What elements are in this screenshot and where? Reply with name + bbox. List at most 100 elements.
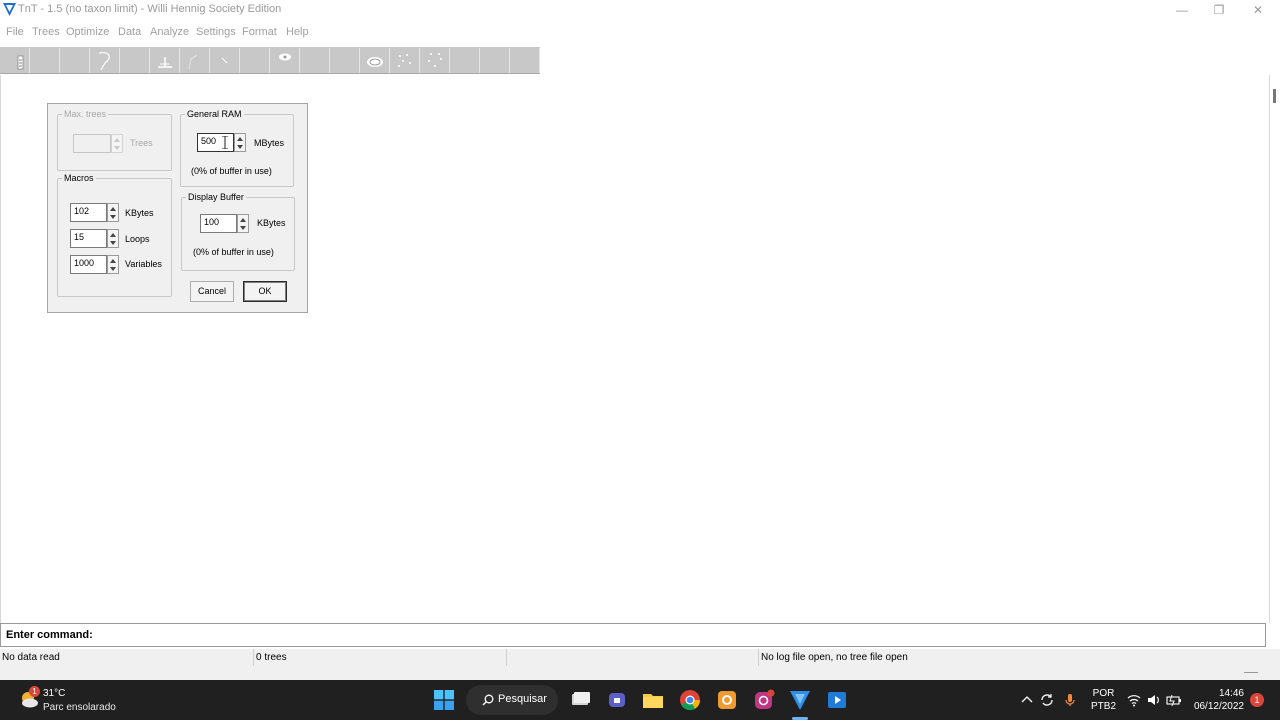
instagram-icon[interactable] bbox=[752, 688, 776, 712]
macros-variables-input[interactable]: 1000 bbox=[70, 255, 107, 274]
eye-icon bbox=[279, 53, 291, 61]
toolbar-button-11[interactable] bbox=[300, 48, 330, 73]
chrome-canary-icon[interactable] bbox=[715, 688, 739, 712]
toolbar-button-18[interactable] bbox=[510, 48, 540, 73]
cancel-button[interactable]: Cancel bbox=[190, 281, 234, 302]
toolbar-button-17[interactable] bbox=[480, 48, 510, 73]
macros-variables-spin-arrows[interactable] bbox=[107, 255, 119, 274]
folder-icon[interactable] bbox=[641, 688, 665, 712]
toolbar-button-16[interactable] bbox=[450, 48, 480, 73]
weather-badge: 1 bbox=[29, 686, 40, 697]
general-ram-spin-arrows[interactable] bbox=[234, 133, 246, 152]
vertical-scrollbar[interactable] bbox=[1270, 75, 1280, 623]
restore-button[interactable]: ❐ bbox=[1199, 0, 1239, 20]
macros-variables-spinner[interactable]: 1000 bbox=[70, 255, 121, 274]
menu-help[interactable]: Help bbox=[286, 26, 309, 38]
command-input[interactable] bbox=[101, 626, 1261, 644]
chevron-up-icon[interactable] bbox=[1019, 692, 1035, 708]
menu-bar: File Trees Optimize Data Analyze Setting… bbox=[0, 22, 1280, 42]
language-line1: POR bbox=[1092, 688, 1115, 699]
macros-kbytes-unit: KBytes bbox=[125, 208, 154, 218]
max-trees-spinner bbox=[73, 134, 126, 153]
wifi-icon[interactable] bbox=[1126, 692, 1142, 708]
language-indicator[interactable]: POR PTB2 bbox=[1091, 687, 1116, 713]
minimize-button[interactable]: — bbox=[1162, 0, 1202, 20]
display-buffer-status: (0% of buffer in use) bbox=[193, 247, 274, 257]
toolbar-branch-button[interactable] bbox=[180, 48, 210, 73]
menu-trees[interactable]: Trees bbox=[32, 26, 60, 38]
macros-kbytes-spinner[interactable]: 102 bbox=[70, 203, 121, 222]
menu-optimize[interactable]: Optimize bbox=[66, 26, 109, 38]
max-trees-input bbox=[73, 134, 111, 153]
size-grip-bar bbox=[0, 666, 1280, 680]
macros-kbytes-input[interactable]: 102 bbox=[70, 203, 107, 222]
scrollbar-thumb[interactable] bbox=[1273, 89, 1276, 103]
macros-loops-spinner[interactable]: 15 bbox=[70, 229, 121, 248]
status-trees: 0 trees bbox=[254, 649, 507, 666]
volume-icon[interactable] bbox=[1146, 692, 1162, 708]
toolbar-memory-button[interactable] bbox=[0, 48, 30, 73]
tnt-icon[interactable] bbox=[788, 688, 812, 712]
windows-start-icon[interactable] bbox=[434, 690, 454, 710]
notification-badge[interactable]: 1 bbox=[1250, 693, 1264, 707]
toolbar-scatter-button[interactable] bbox=[420, 48, 450, 73]
weather-condition[interactable]: Parc ensolarado bbox=[43, 702, 116, 713]
macros-loops-input[interactable]: 15 bbox=[70, 229, 107, 248]
menu-analyze[interactable]: Analyze bbox=[150, 26, 189, 38]
status-files: No log file open, no tree file open bbox=[761, 652, 908, 663]
ok-button[interactable]: OK bbox=[243, 281, 287, 302]
toolbar bbox=[0, 47, 540, 74]
line-icon bbox=[221, 57, 228, 64]
display-buffer-input[interactable]: 100 bbox=[200, 214, 237, 233]
toolbar-tree-shape-button[interactable] bbox=[90, 48, 120, 73]
battery-icon[interactable] bbox=[1166, 692, 1182, 708]
macros-variables-unit: Variables bbox=[125, 259, 162, 269]
menu-settings[interactable]: Settings bbox=[196, 26, 236, 38]
toolbar-button-9[interactable] bbox=[240, 48, 270, 73]
system-clock[interactable]: 14:46 06/12/2022 bbox=[1190, 687, 1244, 713]
general-ram-legend: General RAM bbox=[187, 109, 242, 119]
toolbar-button-3[interactable] bbox=[60, 48, 90, 73]
command-bar: Enter command: bbox=[0, 623, 1266, 647]
clock-date: 06/12/2022 bbox=[1193, 701, 1244, 712]
toolbar-button-5[interactable] bbox=[120, 48, 150, 73]
resize-grip[interactable] bbox=[1244, 672, 1258, 673]
cloud-icon bbox=[367, 57, 383, 67]
toolbar-line-button[interactable] bbox=[210, 48, 240, 73]
menu-format[interactable]: Format bbox=[242, 26, 277, 38]
video-icon[interactable] bbox=[825, 688, 849, 712]
macros-loops-unit: Loops bbox=[125, 234, 150, 244]
display-buffer-spinner[interactable]: 100 bbox=[200, 214, 251, 233]
toolbar-eye-button[interactable] bbox=[270, 48, 300, 73]
status-bar: No data read 0 trees No log file open, n… bbox=[0, 649, 1280, 666]
menu-data[interactable]: Data bbox=[118, 26, 141, 38]
toolbar-tree-root-button[interactable] bbox=[150, 48, 180, 73]
display-buffer-spin-arrows[interactable] bbox=[237, 214, 249, 233]
toolbar-button-12[interactable] bbox=[330, 48, 360, 73]
toolbar-cloud-button[interactable] bbox=[360, 48, 390, 73]
teams-icon[interactable] bbox=[605, 688, 629, 712]
status-data: No data read bbox=[0, 649, 254, 666]
close-button[interactable]: ✕ bbox=[1238, 0, 1278, 20]
scatter-icon bbox=[428, 53, 442, 67]
macros-kbytes-spin-arrows[interactable] bbox=[107, 203, 119, 222]
file-explorer-icon[interactable] bbox=[569, 688, 593, 712]
taskbar-search[interactable]: Pesquisar bbox=[466, 685, 558, 715]
dots-icon bbox=[398, 54, 411, 67]
tree-shape-icon bbox=[98, 52, 110, 71]
general-ram-input[interactable]: 500 bbox=[197, 133, 234, 152]
weather-temp[interactable]: 31°C bbox=[43, 688, 65, 699]
sync-icon[interactable] bbox=[1039, 692, 1055, 708]
general-ram-status: (0% of buffer in use) bbox=[191, 166, 272, 176]
language-line2: PTB2 bbox=[1091, 701, 1117, 712]
macros-loops-spin-arrows[interactable] bbox=[107, 229, 119, 248]
toolbar-dots-button[interactable] bbox=[390, 48, 420, 73]
menu-file[interactable]: File bbox=[6, 26, 24, 38]
macros-legend: Macros bbox=[64, 173, 94, 183]
display-buffer-unit: KBytes bbox=[257, 218, 286, 228]
microphone-icon[interactable] bbox=[1062, 692, 1078, 708]
max-trees-unit: Trees bbox=[130, 138, 153, 148]
max-trees-legend: Max. trees bbox=[64, 109, 107, 119]
chrome-icon[interactable] bbox=[678, 688, 702, 712]
toolbar-button-2[interactable] bbox=[30, 48, 60, 73]
